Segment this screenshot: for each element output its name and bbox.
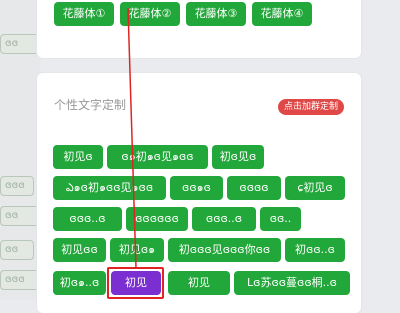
text-option[interactable]: 初ɞ๑..ɞ (53, 271, 106, 295)
text-option[interactable]: ɕ初见ɞ (285, 176, 345, 200)
font-button-4[interactable]: 花藤体④ (252, 2, 312, 26)
text-option[interactable]: Lɞ苏ɞɞ蔓ɞɞ桐..ɞ (234, 271, 350, 295)
join-group-badge[interactable]: 点击加群定制 (278, 99, 345, 115)
text-option[interactable]: 初见 (168, 271, 230, 295)
text-option[interactable]: 初ɞ见ɞ (212, 145, 264, 169)
text-option[interactable]: ɞɞ๑ɞ (170, 176, 223, 200)
text-option[interactable]: 初ɞɞ..ɞ (285, 238, 345, 262)
text-option[interactable]: 初见ɞ๑ (110, 238, 164, 262)
text-option[interactable]: ɞ๑初๑ɞ见๑ɞɞ (107, 145, 208, 169)
selection-highlight-box (107, 267, 164, 299)
font-button-3[interactable]: 花藤体③ (186, 2, 246, 26)
text-option[interactable]: ɞɞɞɞ (227, 176, 281, 200)
background-chip: ɞɞɞ (0, 270, 40, 290)
text-option[interactable]: 初ɞɞɞ见ɞɞɞ你ɞɞ (168, 238, 281, 262)
text-option[interactable]: 初见ɞɞ (53, 238, 106, 262)
background-chip: ɞɞɞ (0, 176, 34, 196)
text-option[interactable]: ɞɞɞ..ɞ (53, 207, 122, 231)
background-chip: ɞɞ (0, 34, 40, 54)
text-option[interactable]: ɞɞ.. (260, 207, 301, 231)
text-option[interactable]: ఎ๑ɞ初๑ɞɞ见๑ɞɞ (53, 176, 166, 200)
text-option[interactable]: ɞɞɞɞɞɞ (126, 207, 188, 231)
text-option[interactable]: ɞɞɞ..ɞ (192, 207, 256, 231)
font-button-2[interactable]: 花藤体② (120, 2, 180, 26)
text-option[interactable]: 初见ɞ (53, 145, 103, 169)
section-title: 个性文字定制 (54, 98, 127, 112)
background-chip: ɞɞ (0, 240, 34, 260)
font-button-1[interactable]: 花藤体① (54, 2, 114, 26)
